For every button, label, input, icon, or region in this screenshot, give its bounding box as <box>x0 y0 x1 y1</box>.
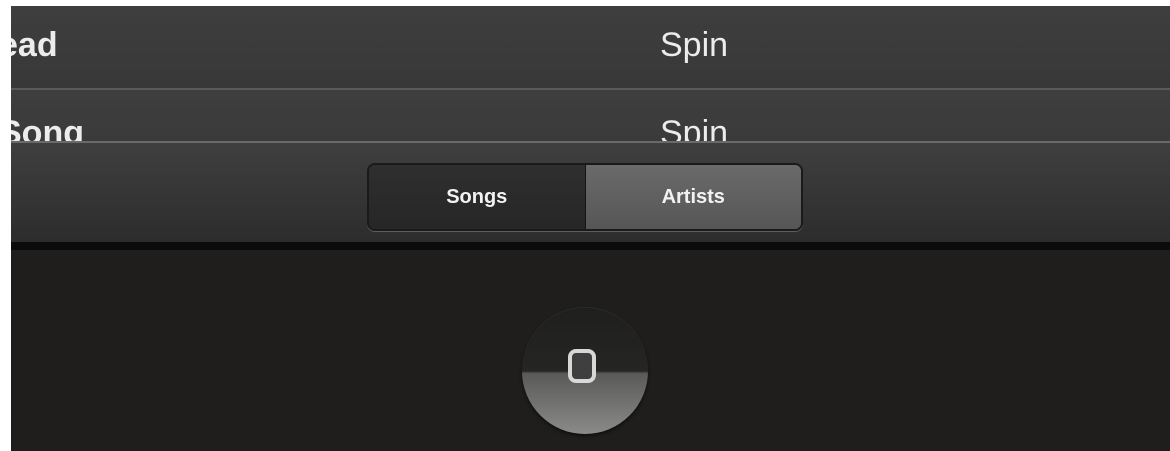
toolbar-edge <box>11 242 1170 250</box>
song-title: ead <box>11 26 58 64</box>
device-screen: ead Spin Song Spin Songs Artists <box>11 6 1170 451</box>
list-row[interactable]: Song Spin <box>11 90 1170 146</box>
list-row[interactable]: ead Spin <box>11 6 1170 90</box>
segment-songs[interactable]: Songs <box>369 165 586 229</box>
song-list: ead Spin Song Spin <box>11 6 1170 146</box>
home-button[interactable] <box>522 308 648 434</box>
rounded-square-icon <box>568 349 596 383</box>
artist-name: Spin <box>660 26 729 64</box>
segment-artists[interactable]: Artists <box>585 165 801 229</box>
view-segmented-control: Songs Artists <box>367 163 803 231</box>
